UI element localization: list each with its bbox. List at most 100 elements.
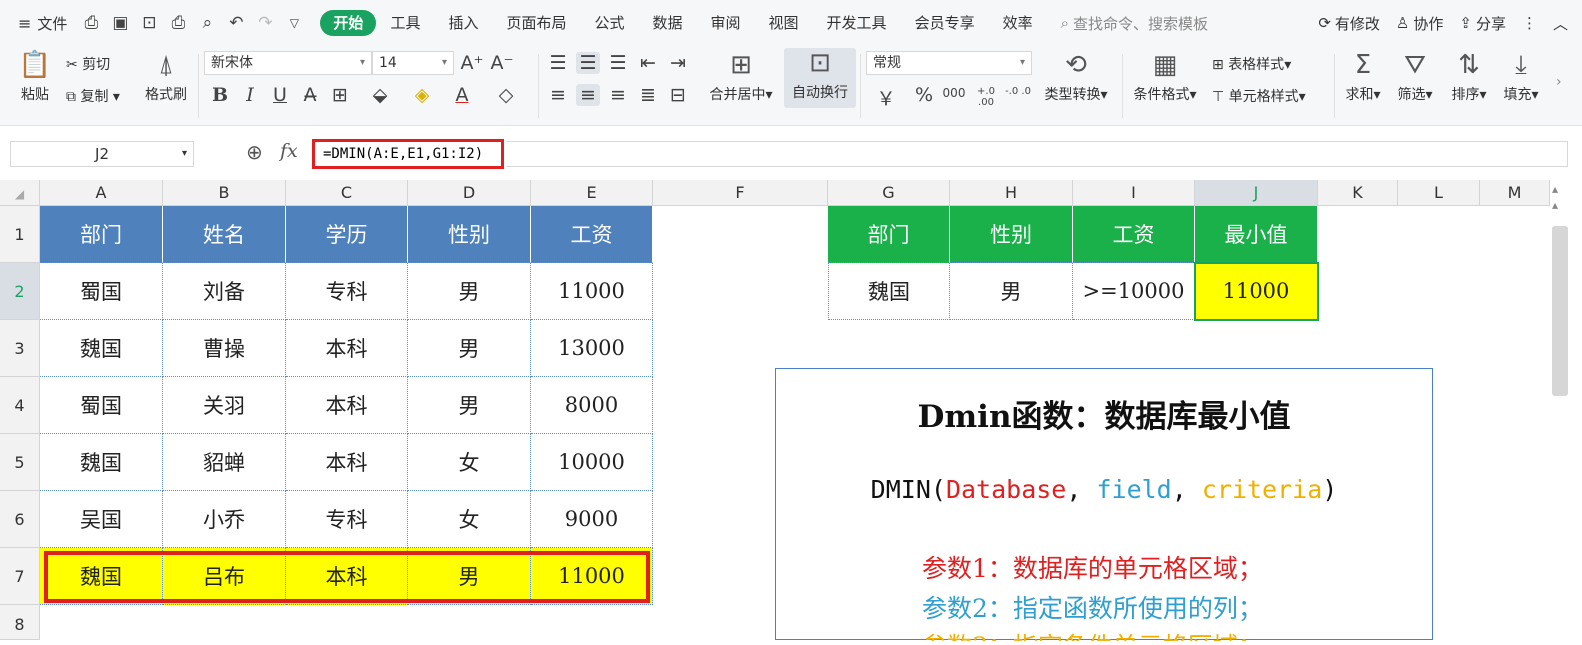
redo-icon[interactable]: ↷ [255,13,275,33]
table-cell[interactable]: 本科 [286,434,408,491]
justify-icon[interactable]: ≣ [636,84,660,106]
cut-button[interactable]: ✂ 剪切 [66,54,110,74]
vertical-scrollbar[interactable]: ▴ ▴ [1550,180,1582,640]
type-convert-button[interactable]: ⟲ 类型转换▾ [1038,50,1114,104]
criteria-cell[interactable]: 魏国 [828,263,950,320]
format-painter-button[interactable]: ⍋ 格式刷 [142,50,190,104]
table-cell[interactable]: 男 [408,320,531,377]
table-cell[interactable]: 吴国 [40,491,163,548]
table-cell[interactable]: 9000 [531,491,653,548]
table-header-cell[interactable]: 工资 [531,206,653,263]
underline-icon[interactable]: U [268,84,292,106]
ribbon-scroll-right-icon[interactable]: › [1556,74,1562,90]
table-cell[interactable]: 男 [408,263,531,320]
highlight-icon[interactable]: ◈ [410,84,434,106]
font-name-select[interactable]: 新宋体 ▾ [204,51,372,75]
column-header-f[interactable]: F [653,180,828,206]
align-center-icon[interactable]: ≡ [576,84,600,106]
command-search[interactable]: ⌕ 查找命令、搜索模板 [1061,13,1208,34]
criteria-header-cell[interactable]: 性别 [950,206,1073,263]
bold-icon[interactable]: B [208,84,232,106]
merge-center-button[interactable]: ⊞ 合并居中▾ [704,50,778,104]
tab-insert[interactable]: 插入 [434,10,492,36]
row-header-8[interactable]: 8 [0,605,40,640]
column-header-j[interactable]: J [1195,180,1318,206]
table-header-cell[interactable]: 性别 [408,206,531,263]
save-icon[interactable]: ▣ [110,13,130,33]
more-options-icon[interactable]: ⋮ [1522,14,1537,32]
scroll-top-icon[interactable]: ▴ [1552,198,1558,212]
row-header-2[interactable]: 2 [0,263,40,320]
filter-button[interactable]: ⛛ 筛选▾ [1392,50,1438,104]
column-header-m[interactable]: M [1480,180,1550,206]
table-cell[interactable]: 魏国 [40,434,163,491]
row-header-7[interactable]: 7 [0,548,40,605]
column-header-l[interactable]: L [1398,180,1480,206]
number-format-select[interactable]: 常规 ▾ [866,51,1032,75]
name-box[interactable]: J2 ▾ [10,141,194,167]
table-cell[interactable]: 男 [408,377,531,434]
strikethrough-icon[interactable]: A̶ [298,84,322,106]
table-header-cell[interactable]: 部门 [40,206,163,263]
font-shrink-icon[interactable]: A⁻ [490,52,514,74]
clear-icon[interactable]: ◇ [494,84,518,106]
indent-increase-icon[interactable]: ⇥ [666,52,690,74]
tab-developer[interactable]: 开发工具 [813,10,901,36]
tab-formula[interactable]: 公式 [580,10,638,36]
row-header-4[interactable]: 4 [0,377,40,434]
table-header-cell[interactable]: 姓名 [163,206,286,263]
align-top-icon[interactable]: ☰ [546,52,570,74]
sum-button[interactable]: Σ 求和▾ [1340,50,1386,104]
table-cell[interactable]: 13000 [531,320,653,377]
align-left-icon[interactable]: ≡ [546,84,570,106]
table-cell[interactable]: 本科 [286,377,408,434]
file-menu[interactable]: 文件 [37,13,67,34]
column-header-k[interactable]: K [1318,180,1398,206]
column-header-a[interactable]: A [40,180,163,206]
table-cell[interactable]: 关羽 [163,377,286,434]
thousands-icon[interactable]: 000 [942,86,966,100]
column-header-d[interactable]: D [408,180,531,206]
criteria-cell[interactable]: 男 [950,263,1073,320]
table-cell[interactable]: 蜀国 [40,377,163,434]
table-style-button[interactable]: ⊞ 表格样式▾ [1212,54,1291,74]
table-cell[interactable]: 魏国 [40,320,163,377]
share-button[interactable]: ⇪ 分享 [1459,13,1506,34]
row-header-1[interactable]: 1 [0,206,40,263]
criteria-cell[interactable]: >=10000 [1073,263,1195,320]
currency-icon[interactable]: ￥ [874,84,898,111]
copy-button[interactable]: ⧉ 复制 ▾ [66,86,120,106]
collapse-ribbon-icon[interactable]: ︿ [1553,13,1568,34]
table-cell[interactable]: 专科 [286,491,408,548]
undo-icon[interactable]: ↶ [226,13,246,33]
tab-page-layout[interactable]: 页面布局 [492,10,580,36]
table-header-cell[interactable]: 学历 [286,206,408,263]
cell-fill-icon[interactable]: ⬙ [368,84,392,106]
decimal-decrease-icon[interactable]: -.0 .0 [1004,86,1032,97]
formula-input[interactable]: =DMIN(A:E,E1,G1:I2) [312,139,504,169]
table-cell[interactable]: 10000 [531,434,653,491]
table-cell[interactable]: 小乔 [163,491,286,548]
export-icon[interactable]: ⊡ [139,13,159,33]
criteria-header-cell[interactable]: 最小值 [1195,206,1318,263]
font-color-icon[interactable]: A [450,84,474,106]
italic-icon[interactable]: I [238,84,262,106]
row-header-5[interactable]: 5 [0,434,40,491]
column-header-c[interactable]: C [286,180,408,206]
tab-tools[interactable]: 工具 [376,10,434,36]
print-icon[interactable]: ⎙ [168,13,188,33]
zoom-icon[interactable]: ⊕ [246,140,263,164]
more-icon[interactable]: ▽ [284,16,304,30]
modified-button[interactable]: ⟳ 有修改 [1318,13,1380,34]
decimal-increase-icon[interactable]: +.0 .00 [972,86,1000,108]
formula-input-extension[interactable] [506,141,1568,167]
scroll-up-icon[interactable]: ▴ [1552,182,1558,196]
column-header-g[interactable]: G [828,180,950,206]
table-cell[interactable]: 11000 [531,263,653,320]
table-cell[interactable]: 貂蝉 [163,434,286,491]
criteria-header-cell[interactable]: 工资 [1073,206,1195,263]
row-header-6[interactable]: 6 [0,491,40,548]
scrollbar-thumb[interactable] [1552,226,1568,396]
column-header-h[interactable]: H [950,180,1073,206]
table-cell[interactable]: 蜀国 [40,263,163,320]
